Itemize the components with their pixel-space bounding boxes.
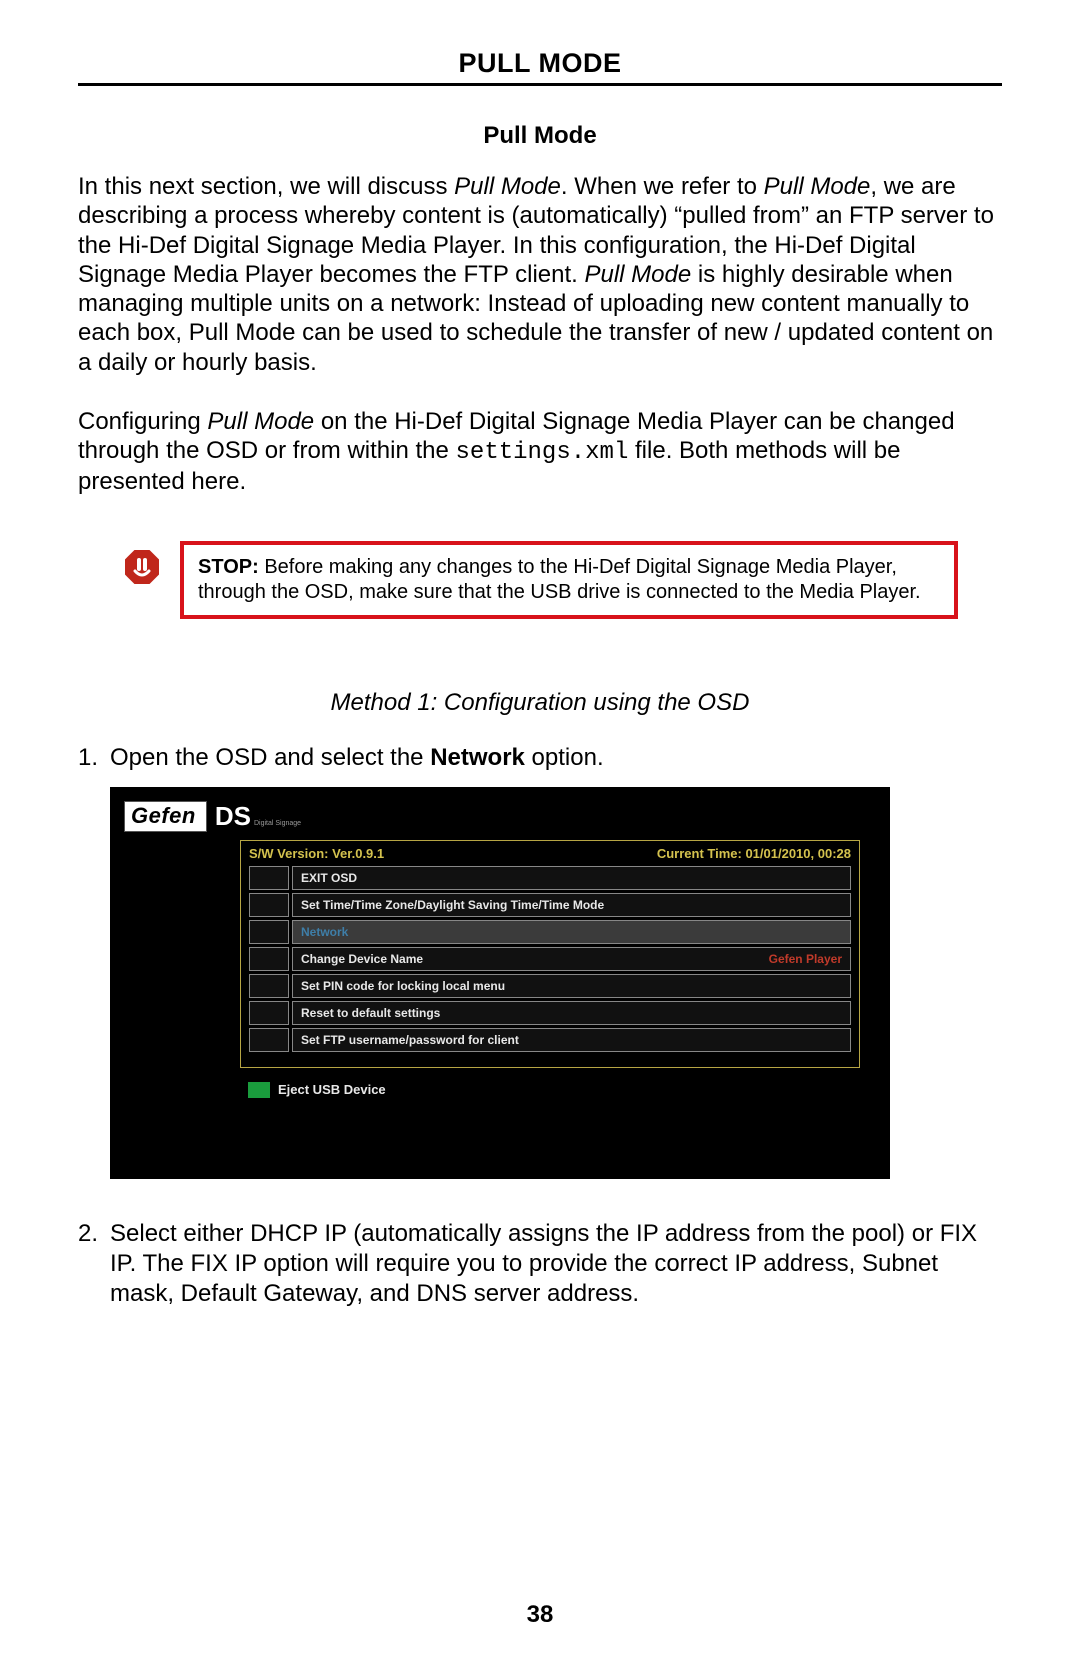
osd-row-label: Network (301, 925, 348, 939)
method-title: Method 1: Configuration using the OSD (78, 689, 1002, 717)
osd-row-value: Gefen Player (769, 952, 842, 966)
osd-row-main: Set FTP username/password for client (292, 1028, 851, 1052)
paragraph-2: Configuring Pull Mode on the Hi-Def Digi… (78, 407, 1002, 497)
osd-row-main: Set PIN code for locking local menu (292, 974, 851, 998)
page-number: 38 (0, 1601, 1080, 1629)
step-1-body: Open the OSD and select the Network opti… (110, 743, 1002, 773)
paragraph-1: In this next section, we will discuss Pu… (78, 172, 1002, 377)
osd-row-label: EXIT OSD (301, 871, 357, 885)
osd-menu-row: Set Time/Time Zone/Daylight Saving Time/… (249, 893, 851, 917)
osd-row-label: Set FTP username/password for client (301, 1033, 519, 1047)
osd-row-indicator (249, 1028, 289, 1052)
osd-row-label: Set PIN code for locking local menu (301, 979, 505, 993)
osd-logo: Gefen DS Digital Signage (124, 801, 876, 832)
osd-row-label: Change Device Name (301, 952, 423, 966)
osd-row-indicator (249, 1001, 289, 1025)
osd-row-indicator (249, 866, 289, 890)
osd-menu-row: EXIT OSD (249, 866, 851, 890)
osd-row-indicator (249, 974, 289, 998)
osd-version: S/W Version: Ver.0.9.1 (249, 846, 384, 861)
osd-menu-row: Set PIN code for locking local menu (249, 974, 851, 998)
osd-row-indicator (249, 920, 289, 944)
osd-row-label: Set Time/Time Zone/Daylight Saving Time/… (301, 898, 604, 912)
stop-box: STOP: Before making any changes to the H… (180, 541, 958, 619)
osd-screenshot: Gefen DS Digital Signage S/W Version: Ve… (110, 787, 890, 1179)
osd-eject-label: Eject USB Device (278, 1082, 386, 1097)
step-2-number: 2. (78, 1219, 110, 1309)
osd-row-indicator (249, 947, 289, 971)
stop-label: STOP: (198, 556, 259, 578)
osd-menu-row: Reset to default settings (249, 1001, 851, 1025)
section-title: Pull Mode (78, 122, 1002, 150)
osd-row-indicator (249, 893, 289, 917)
osd-row-main: Change Device Name Gefen Player (292, 947, 851, 971)
stop-icon (122, 547, 162, 587)
osd-menu-row: Set FTP username/password for client (249, 1028, 851, 1052)
osd-logo-ds: DS Digital Signage (211, 801, 305, 832)
stop-text: Before making any changes to the Hi-Def … (198, 556, 921, 603)
osd-row-main: Network (292, 920, 851, 944)
osd-row-main: Set Time/Time Zone/Daylight Saving Time/… (292, 893, 851, 917)
step-1: 1. Open the OSD and select the Network o… (78, 743, 1002, 773)
osd-time: Current Time: 01/01/2010, 00:28 (657, 846, 851, 861)
osd-panel: S/W Version: Ver.0.9.1 Current Time: 01/… (240, 840, 860, 1068)
title-rule (78, 83, 1002, 86)
stop-callout: STOP: Before making any changes to the H… (122, 541, 958, 619)
osd-header: S/W Version: Ver.0.9.1 Current Time: 01/… (241, 841, 859, 866)
osd-row-label: Reset to default settings (301, 1006, 440, 1020)
osd-eject: Eject USB Device (248, 1082, 876, 1098)
osd-menu-row: Network (249, 920, 851, 944)
osd-menu-row: Change Device Name Gefen Player (249, 947, 851, 971)
step-2-body: Select either DHCP IP (automatically ass… (110, 1219, 1002, 1309)
eject-indicator-icon (248, 1082, 270, 1098)
page-title: PULL MODE (78, 48, 1002, 83)
step-1-number: 1. (78, 743, 110, 773)
osd-row-main: Reset to default settings (292, 1001, 851, 1025)
osd-logo-main: Gefen (124, 801, 207, 832)
osd-row-main: EXIT OSD (292, 866, 851, 890)
step-2: 2. Select either DHCP IP (automatically … (78, 1219, 1002, 1309)
